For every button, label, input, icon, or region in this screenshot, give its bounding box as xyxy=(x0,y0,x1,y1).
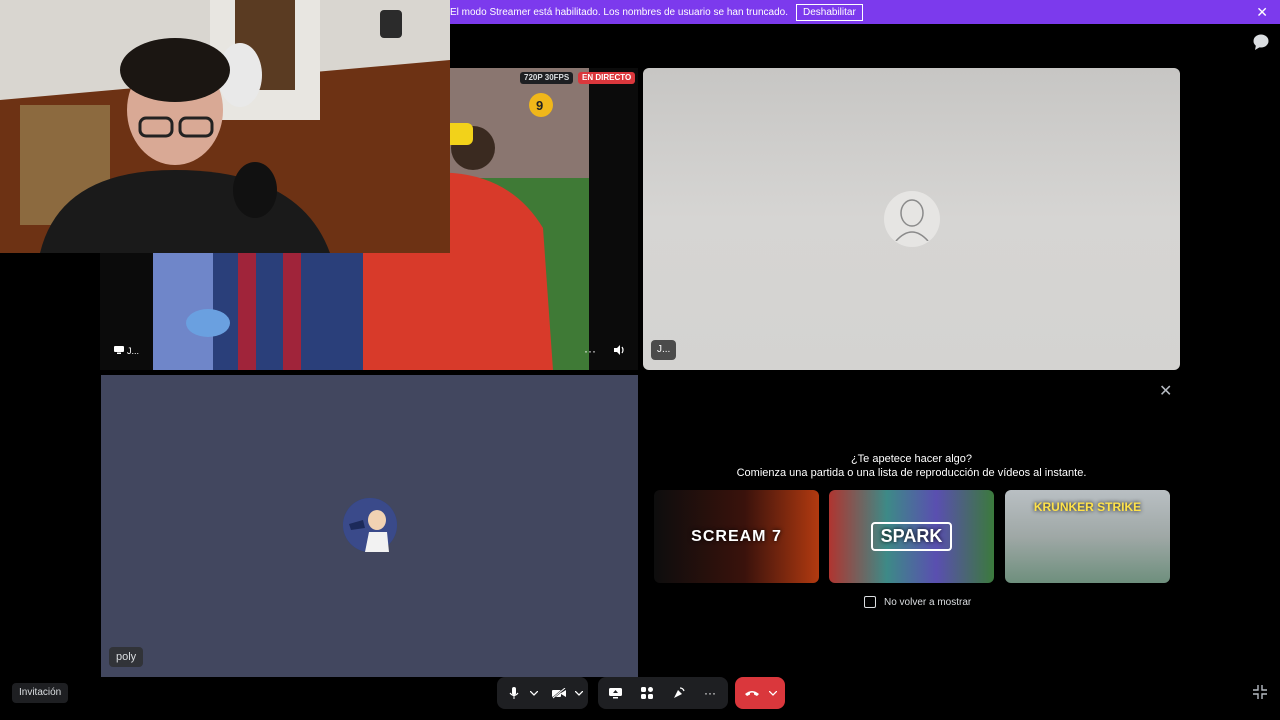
activities-title: ¿Te apetece hacer algo? xyxy=(850,453,973,465)
dont-show-again-checkbox[interactable]: No volver a mostrar xyxy=(864,596,971,608)
invite-button[interactable]: Invitación xyxy=(12,683,69,703)
stream-more-options-icon[interactable]: ··· xyxy=(584,344,596,358)
more-options-icon[interactable]: ··· xyxy=(700,677,720,709)
disconnect-button[interactable] xyxy=(735,677,785,709)
soundboard-icon[interactable] xyxy=(670,677,688,709)
disable-streamer-mode-button[interactable]: Deshabilitar xyxy=(795,3,863,21)
activity-card-label: SCREAM 7 xyxy=(691,527,782,545)
exit-fullscreen-icon[interactable] xyxy=(1253,685,1267,702)
stream-name-tag: J... xyxy=(114,346,139,356)
participant-name-tag: poly xyxy=(109,647,144,667)
participant-tile-poly[interactable]: poly xyxy=(101,375,638,677)
chevron-down-icon[interactable] xyxy=(525,677,543,709)
chat-icon[interactable] xyxy=(1252,33,1270,51)
activity-card-krunker[interactable]: KRUNKER STRIKE xyxy=(1005,490,1170,583)
checkbox-icon[interactable] xyxy=(864,596,876,608)
close-banner-icon[interactable]: ✕ xyxy=(1256,4,1268,21)
dont-show-again-label: No volver a mostrar xyxy=(884,596,972,608)
streamer-mode-text: El modo Streamer está habilitado. Los no… xyxy=(450,6,788,18)
microphone-icon[interactable] xyxy=(505,677,523,709)
chevron-down-icon[interactable] xyxy=(571,677,587,709)
activities-panel: ✕ ¿Te apetece hacer algo? Comienza una p… xyxy=(643,375,1180,677)
svg-text:9: 9 xyxy=(536,98,543,113)
live-badge: EN DIRECTO xyxy=(578,72,636,84)
screen-share-icon xyxy=(114,346,124,356)
hang-up-icon[interactable] xyxy=(741,677,763,709)
activity-card-label: SPARK xyxy=(870,522,953,551)
share-activity-controls: ··· xyxy=(598,677,728,709)
screen-share-icon[interactable] xyxy=(606,677,624,709)
activities-subtitle: Comienza una partida o una lista de repr… xyxy=(736,467,1087,479)
audio-video-controls xyxy=(497,677,588,709)
participant-name-tag: J... xyxy=(651,340,677,360)
participant-tile[interactable]: J... xyxy=(643,68,1180,370)
avatar xyxy=(884,191,940,247)
speaker-icon[interactable] xyxy=(613,344,625,359)
stream-quality-badge: 720P 30FPS xyxy=(520,72,574,84)
close-icon[interactable]: ✕ xyxy=(1159,381,1172,401)
webcam-overlay xyxy=(0,0,450,253)
chevron-down-icon[interactable] xyxy=(765,677,781,709)
camera-off-icon[interactable] xyxy=(549,677,569,709)
activity-card-label: KRUNKER STRIKE xyxy=(1033,500,1142,514)
activity-card-spark[interactable]: SPARK xyxy=(829,490,994,583)
stream-user-name: J... xyxy=(127,346,140,356)
activities-icon[interactable] xyxy=(638,677,656,709)
activity-card-scream[interactable]: SCREAM 7 xyxy=(654,490,819,583)
avatar xyxy=(343,498,397,552)
